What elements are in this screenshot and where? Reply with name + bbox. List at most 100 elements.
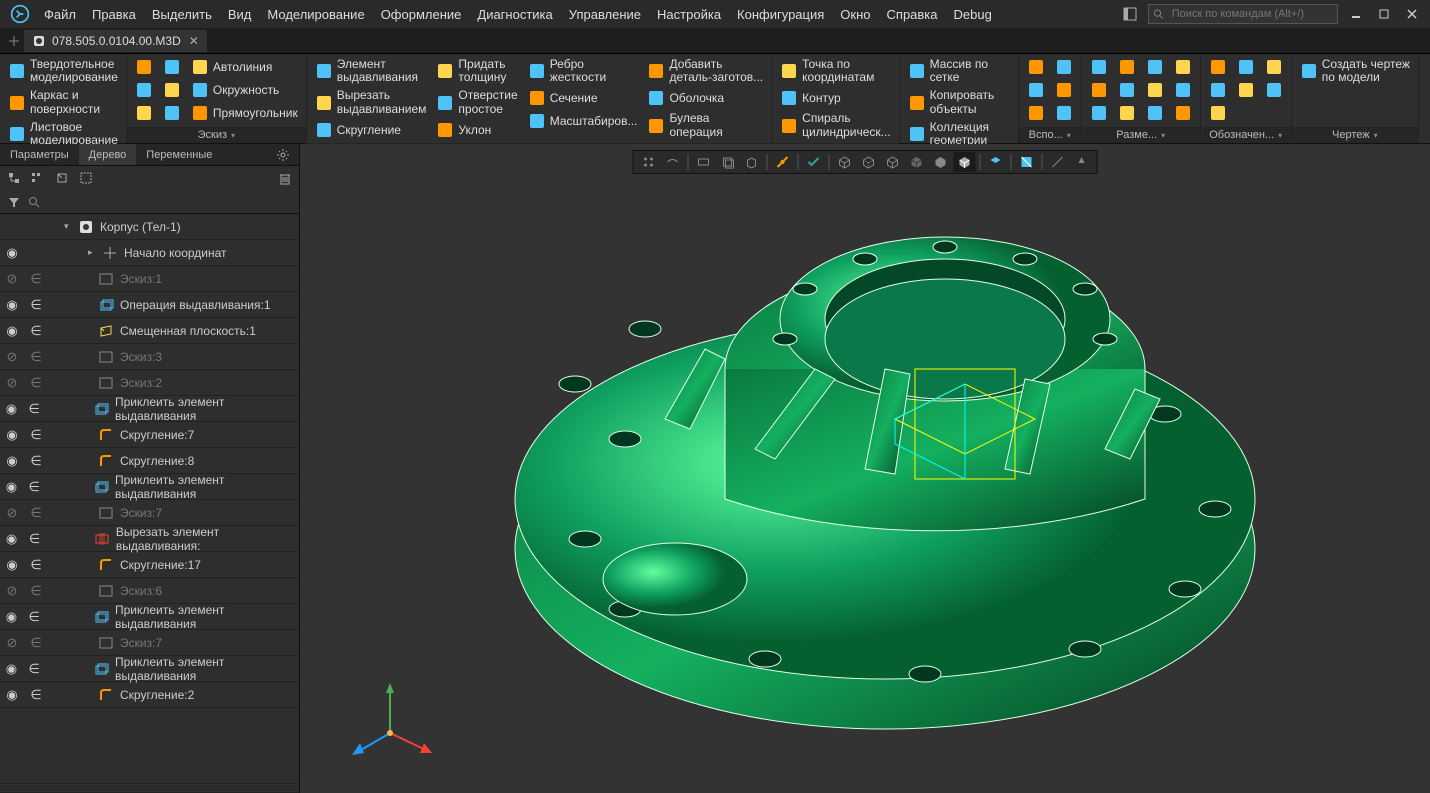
vt-1[interactable] xyxy=(638,152,660,172)
menu-Диагностика[interactable]: Диагностика xyxy=(469,3,560,26)
vt-section-icon[interactable] xyxy=(1016,152,1038,172)
tree-tool-3[interactable] xyxy=(52,168,72,188)
tree-item[interactable]: ◉∈Вырезать элемент выдавливания: xyxy=(0,526,299,552)
ribbon-btn[interactable] xyxy=(1114,102,1140,124)
close-tab-icon[interactable]: ✕ xyxy=(189,34,199,48)
ribbon-panel-label[interactable]: Разме...▾ xyxy=(1082,127,1200,143)
ribbon-btn[interactable]: Добавитьдеталь-заготов... xyxy=(643,56,767,86)
visibility-icon[interactable]: ⊘ xyxy=(0,349,24,365)
command-search[interactable] xyxy=(1148,4,1338,24)
visibility-icon[interactable]: ◉ xyxy=(0,453,24,469)
include-icon[interactable]: ∈ xyxy=(23,401,46,417)
include-icon[interactable]: ∈ xyxy=(24,375,48,391)
tree-item[interactable]: ⊘∈Эскиз:2 xyxy=(0,370,299,396)
ribbon-btn[interactable]: Сечение xyxy=(524,87,642,109)
visibility-icon[interactable]: ⊘ xyxy=(0,635,24,651)
tree-item[interactable]: ◉∈Скругление:8 xyxy=(0,448,299,474)
tree-root[interactable]: ▾Корпус (Тел-1) xyxy=(0,214,299,240)
sidebar-resize-handle[interactable] xyxy=(0,781,299,793)
visibility-icon[interactable]: ◉ xyxy=(0,557,24,573)
visibility-icon[interactable]: ◉ xyxy=(0,427,24,443)
ribbon-btn[interactable] xyxy=(131,102,157,124)
ribbon-btn[interactable] xyxy=(1051,79,1077,101)
menu-Правка[interactable]: Правка xyxy=(84,3,144,26)
ribbon-btn[interactable] xyxy=(131,79,157,101)
ribbon-btn[interactable] xyxy=(131,56,157,78)
include-icon[interactable]: ∈ xyxy=(23,531,46,547)
menu-Файл[interactable]: Файл xyxy=(36,3,84,26)
ribbon-panel-label[interactable]: Вспо...▾ xyxy=(1019,127,1081,143)
ribbon-btn[interactable] xyxy=(1142,102,1168,124)
ribbon-btn[interactable] xyxy=(1170,79,1196,101)
include-icon[interactable]: ∈ xyxy=(23,661,46,677)
ribbon-btn[interactable]: Реброжесткости xyxy=(524,56,642,86)
ribbon-btn[interactable]: Отверстиепростое xyxy=(432,87,521,117)
ribbon-btn[interactable]: Окружность xyxy=(187,79,302,101)
tree-item[interactable]: ◉∈Приклеить элемент выдавливания xyxy=(0,396,299,422)
ribbon-btn[interactable] xyxy=(1051,56,1077,78)
include-icon[interactable]: ∈ xyxy=(24,323,48,339)
vt-6[interactable] xyxy=(772,152,794,172)
visibility-icon[interactable]: ⊘ xyxy=(0,375,24,391)
sidebar-tab-Параметры[interactable]: Параметры xyxy=(0,144,79,165)
tree-item[interactable]: ⊘∈Эскиз:7 xyxy=(0,630,299,656)
ribbon-btn[interactable]: Точка покоординатам xyxy=(776,56,894,86)
vt-hidden-icon[interactable] xyxy=(858,152,880,172)
ribbon-btn[interactable]: Создать чертежпо модели xyxy=(1296,56,1414,86)
include-icon[interactable]: ∈ xyxy=(23,609,46,625)
visibility-icon[interactable]: ⊘ xyxy=(0,583,24,599)
ribbon-btn[interactable] xyxy=(1233,56,1259,78)
ribbon-btn[interactable] xyxy=(159,102,185,124)
ribbon-btn[interactable]: Булеваоперация xyxy=(643,110,767,140)
vt-5[interactable] xyxy=(741,152,763,172)
menu-Вид[interactable]: Вид xyxy=(220,3,260,26)
menu-Конфигурация[interactable]: Конфигурация xyxy=(729,3,832,26)
tree-item[interactable]: ◉∈Скругление:7 xyxy=(0,422,299,448)
ribbon-btn[interactable]: Каркас иповерхности xyxy=(4,87,122,117)
ribbon-btn[interactable]: Спиральцилиндрическ... xyxy=(776,110,894,140)
ribbon-btn[interactable] xyxy=(1233,79,1259,101)
visibility-icon[interactable]: ◉ xyxy=(0,687,24,703)
new-tab-button[interactable] xyxy=(4,31,24,51)
ribbon-btn[interactable]: Твердотельноемоделирование xyxy=(4,56,122,86)
visibility-icon[interactable]: ◉ xyxy=(0,609,23,625)
visibility-icon[interactable]: ◉ xyxy=(0,297,24,313)
menu-Окно[interactable]: Окно xyxy=(832,3,878,26)
include-icon[interactable]: ∈ xyxy=(24,557,48,573)
menu-Оформление[interactable]: Оформление xyxy=(373,3,470,26)
tree-tool-1[interactable] xyxy=(4,168,24,188)
ribbon-btn[interactable] xyxy=(1170,102,1196,124)
ribbon-btn[interactable]: Копироватьобъекты xyxy=(904,87,999,117)
ribbon-btn[interactable] xyxy=(159,56,185,78)
vt-iso-icon[interactable] xyxy=(985,152,1007,172)
ribbon-btn[interactable]: Скругление xyxy=(311,119,431,141)
tree-item[interactable]: ◉∈Приклеить элемент выдавливания xyxy=(0,656,299,682)
ribbon-btn[interactable] xyxy=(1023,79,1049,101)
tree-item[interactable]: ◉∈Смещенная плоскость:1 xyxy=(0,318,299,344)
tree-item[interactable]: ⊘∈Эскиз:6 xyxy=(0,578,299,604)
ribbon-btn[interactable] xyxy=(1086,79,1112,101)
ribbon-btn[interactable] xyxy=(1086,102,1112,124)
vt-hlr-icon[interactable] xyxy=(882,152,904,172)
tree-item[interactable]: ◉∈Скругление:2 xyxy=(0,682,299,708)
ribbon-btn[interactable]: Массив посетке xyxy=(904,56,999,86)
menu-Моделирование[interactable]: Моделирование xyxy=(259,3,372,26)
tree-item[interactable]: ◉∈Операция выдавливания:1 xyxy=(0,292,299,318)
tree-item[interactable]: ⊘∈Эскиз:7 xyxy=(0,500,299,526)
ribbon-btn[interactable] xyxy=(1051,102,1077,124)
ribbon-btn[interactable] xyxy=(1205,56,1231,78)
ribbon-btn[interactable] xyxy=(1023,102,1049,124)
ribbon-btn[interactable] xyxy=(1170,56,1196,78)
ribbon-btn[interactable] xyxy=(1205,79,1231,101)
ribbon-btn[interactable]: Элементвыдавливания xyxy=(311,56,431,86)
ribbon-btn[interactable] xyxy=(1142,79,1168,101)
visibility-icon[interactable]: ⊘ xyxy=(0,271,24,287)
include-icon[interactable]: ∈ xyxy=(24,687,48,703)
include-icon[interactable]: ∈ xyxy=(23,479,46,495)
ribbon-btn[interactable]: Контур xyxy=(776,87,894,109)
ribbon-btn[interactable]: Придатьтолщину xyxy=(432,56,521,86)
visibility-icon[interactable]: ⊘ xyxy=(0,505,24,521)
ribbon-btn[interactable]: Оболочка xyxy=(643,87,767,109)
ribbon-btn[interactable]: Уклон xyxy=(432,119,521,141)
tree-item[interactable]: ◉∈Скругление:17 xyxy=(0,552,299,578)
